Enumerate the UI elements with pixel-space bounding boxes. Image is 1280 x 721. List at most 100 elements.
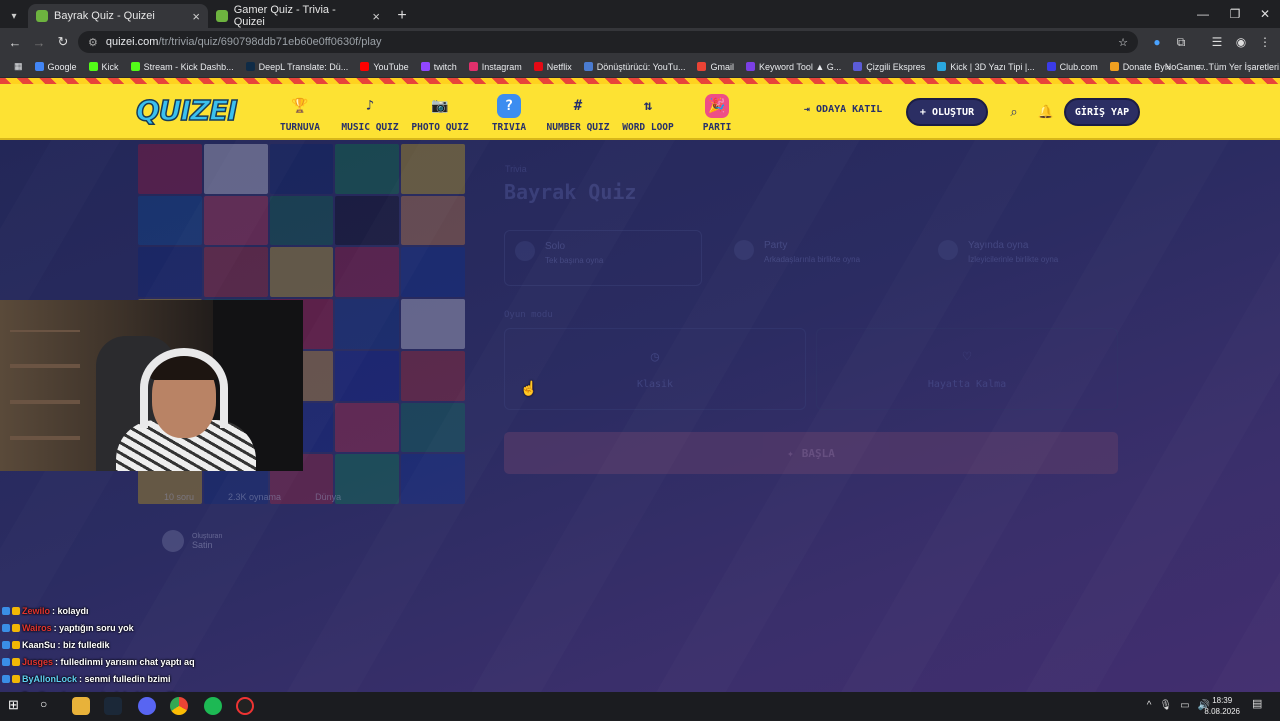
tab-bayrak-quiz[interactable]: Bayrak Quiz - Quizei × bbox=[28, 4, 208, 28]
bookmark-item[interactable]: Kick bbox=[83, 62, 125, 72]
bookmark-favicon-icon bbox=[746, 62, 755, 71]
bookmark-favicon-icon bbox=[420, 62, 430, 71]
bookmark-item[interactable]: Instagram bbox=[463, 62, 528, 72]
back-button[interactable]: ← bbox=[3, 30, 27, 54]
bookmark-item[interactable]: Club.com bbox=[1041, 62, 1104, 72]
bell-icon[interactable]: 🔔 bbox=[1038, 104, 1054, 120]
flag-tile bbox=[401, 195, 465, 246]
search-icon[interactable]: ⌕ bbox=[1006, 104, 1022, 120]
tab-search-button[interactable]: ▾ bbox=[0, 4, 28, 28]
flag-tile bbox=[335, 402, 400, 453]
nav-item[interactable]: 📷 PHOTO QUIZ bbox=[400, 94, 480, 133]
bookmark-item[interactable]: Stream - Kick Dashb... bbox=[125, 62, 240, 72]
option-classic[interactable]: ◷ Klasik bbox=[504, 328, 806, 410]
mode-solo[interactable]: Solo Tek başına oyna bbox=[504, 230, 702, 286]
nav-item[interactable]: 🎉 PARTI bbox=[677, 94, 757, 133]
login-button[interactable]: GİRİŞ YAP bbox=[1064, 98, 1140, 126]
windows-start-icon[interactable]: ⊞ bbox=[8, 697, 26, 715]
create-button[interactable]: + OLUŞTUR bbox=[906, 98, 988, 126]
close-icon[interactable]: × bbox=[192, 9, 200, 24]
site-header: QUIZEI 🏆 TURNUVA ♪ MUSIC QUIZ 📷 PHOTO QUIZ? TR… bbox=[0, 84, 1280, 140]
music-note-icon: ♪ bbox=[365, 98, 375, 114]
bookmark-favicon-icon bbox=[1109, 62, 1119, 71]
heart-icon: ♡ bbox=[962, 348, 972, 365]
bookmark-item[interactable]: Netflix bbox=[528, 62, 578, 72]
bookmark-item[interactable]: DeepL Translate: Dü... bbox=[240, 62, 355, 72]
apps-icon[interactable]: ▦ bbox=[8, 61, 29, 72]
puzzle-icon[interactable]: ⧉ bbox=[1170, 31, 1192, 53]
badge-icon bbox=[12, 606, 20, 615]
badge-icon bbox=[2, 657, 10, 666]
file-explorer-icon[interactable] bbox=[72, 697, 90, 715]
mouse-cursor: ☝ bbox=[520, 380, 538, 396]
bookmark-item[interactable]: Keyword Tool ▲ G... bbox=[740, 62, 847, 72]
flag-tile bbox=[401, 299, 465, 349]
quizei-logo[interactable]: QUIZEI bbox=[135, 93, 238, 128]
spotify-icon[interactable] bbox=[204, 697, 222, 715]
join-room-button[interactable]: ⇥ ODAYA KATIL bbox=[804, 104, 882, 115]
close-window-button[interactable]: ✕ bbox=[1248, 0, 1280, 28]
steam-icon[interactable] bbox=[104, 697, 122, 715]
new-tab-button[interactable]: + bbox=[388, 4, 416, 28]
site-info-icon[interactable]: ⚙ bbox=[88, 36, 98, 49]
game-mode-label: Oyun modu bbox=[504, 310, 553, 320]
address-bar[interactable]: ⚙ quizei.com/tr/trivia/quiz/690798ddb71e… bbox=[78, 31, 1138, 53]
mode-party[interactable]: Party Arkadaşlarınla birlikte oyna bbox=[724, 230, 914, 286]
author-card[interactable]: Oluşturan Satin bbox=[162, 530, 222, 552]
start-button[interactable]: ✦ BAŞLA bbox=[504, 432, 1118, 474]
chevron-up-icon[interactable]: ^ bbox=[1147, 700, 1152, 711]
flag-tile bbox=[203, 195, 268, 246]
question-count: 10 soru bbox=[164, 492, 195, 502]
flag-tile bbox=[203, 144, 268, 194]
tab-gamer-quiz[interactable]: Gamer Quiz - Trivia - Quizei × bbox=[208, 4, 388, 28]
obs-icon[interactable] bbox=[236, 697, 254, 715]
badge-icon bbox=[12, 657, 20, 666]
option-survival[interactable]: ♡ Hayatta Kalma bbox=[816, 328, 1118, 410]
mode-stream[interactable]: Yayında oyna İzleyicilerinle birlikte oyn… bbox=[928, 230, 1118, 286]
bookmark-item[interactable]: Google bbox=[29, 62, 83, 72]
restore-button[interactable]: ❐ bbox=[1218, 0, 1252, 28]
nav-item[interactable]: ? TRIVIA bbox=[469, 94, 549, 133]
flag-tile bbox=[335, 247, 400, 298]
bookmark-item[interactable]: Kick | 3D Yazı Tipi |... bbox=[931, 62, 1040, 72]
search-icon[interactable]: ○ bbox=[40, 697, 58, 715]
star-icon[interactable]: ☆ bbox=[1118, 36, 1128, 49]
nav-item[interactable]: 🏆 TURNUVA bbox=[260, 94, 340, 133]
flag-tile bbox=[401, 247, 465, 298]
reload-button[interactable]: ↻ bbox=[51, 30, 75, 54]
all-bookmarks-link[interactable]: ▭ Tüm Yer İşaretleri bbox=[1190, 61, 1280, 72]
menu-icon[interactable]: ⋮ bbox=[1254, 31, 1276, 53]
profile-avatar[interactable]: ◉ bbox=[1230, 31, 1252, 53]
chrome-icon[interactable] bbox=[170, 697, 188, 715]
taskbar-clock[interactable]: 18:39 8.08.2026 bbox=[1204, 695, 1240, 717]
nav-item[interactable]: ♪ MUSIC QUIZ bbox=[330, 94, 410, 133]
bookmark-item[interactable]: Dönüştürücü: YouTu... bbox=[578, 62, 692, 72]
bookmark-favicon-icon bbox=[245, 62, 255, 71]
chat-text: : kolaydı bbox=[52, 605, 89, 616]
close-icon[interactable]: × bbox=[372, 9, 380, 24]
chat-message: Jusges: fulledinmi yarısını chat yaptı a… bbox=[2, 653, 332, 670]
notification-icon[interactable]: ▤ bbox=[1252, 697, 1270, 715]
minimize-button[interactable]: — bbox=[1186, 0, 1220, 28]
more-bookmarks-icon[interactable]: » bbox=[1160, 62, 1177, 72]
headphones-graphic bbox=[140, 348, 228, 428]
flag-tile bbox=[138, 247, 202, 298]
user-icon bbox=[515, 241, 535, 261]
chat-username: KaanSu bbox=[22, 639, 56, 650]
chat-text: : senmi fulledin bzimi bbox=[79, 673, 171, 684]
nav-item[interactable]: ⇅ WORD LOOP bbox=[608, 94, 688, 133]
nav-item[interactable]: # NUMBER QUIZ bbox=[538, 94, 618, 133]
media-icon[interactable]: ☰ bbox=[1206, 31, 1228, 53]
bookmark-item[interactable]: twitch bbox=[415, 62, 463, 72]
microphone-icon[interactable]: 🎙 bbox=[1159, 700, 1172, 711]
question-bubble-icon: ? bbox=[497, 94, 521, 118]
flag-tile bbox=[401, 454, 465, 504]
discord-icon[interactable] bbox=[138, 697, 156, 715]
extension-icon[interactable]: ● bbox=[1146, 31, 1168, 53]
bookmark-item[interactable]: Çizgili Ekspres bbox=[847, 62, 931, 72]
flag-tile bbox=[335, 195, 400, 246]
forward-button[interactable]: → bbox=[27, 30, 51, 54]
network-icon[interactable]: ▭ bbox=[1180, 700, 1189, 711]
bookmark-item[interactable]: Gmail bbox=[691, 62, 740, 72]
bookmark-item[interactable]: YouTube bbox=[354, 62, 414, 72]
